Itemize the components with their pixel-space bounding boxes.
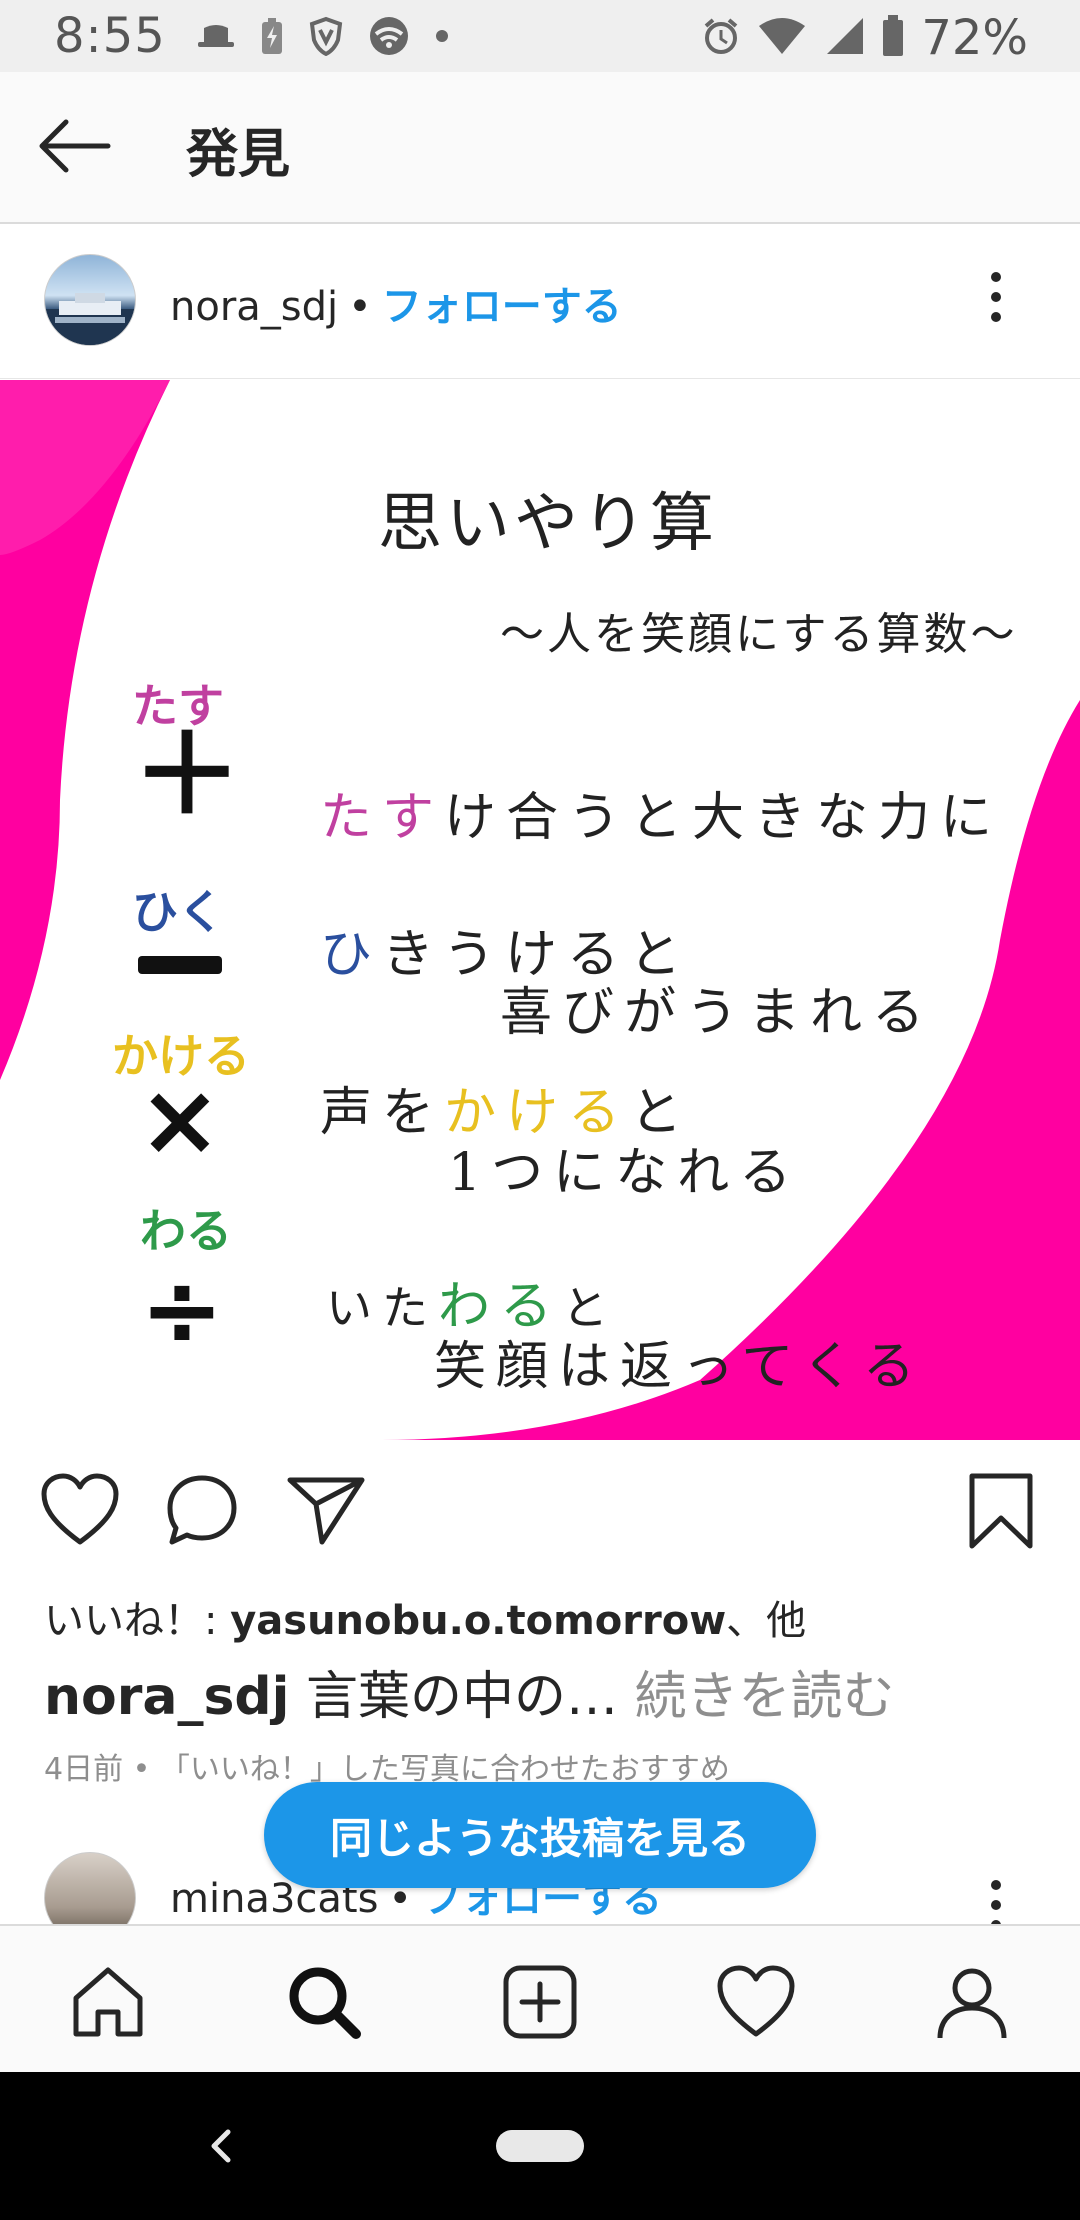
- caption-text: 言葉の中の…: [289, 1667, 635, 1727]
- back-arrow-icon[interactable]: [34, 116, 114, 176]
- profile-icon[interactable]: [932, 1962, 1012, 2042]
- bottom-nav: [0, 1924, 1080, 2074]
- search-icon[interactable]: [284, 1962, 364, 2042]
- row-tasu-text: たすけ合うと大きな力に: [320, 788, 1003, 848]
- comment-icon[interactable]: [164, 1472, 240, 1552]
- post-username[interactable]: nora_sdj: [170, 284, 338, 330]
- image-title: 思いやり算: [378, 487, 718, 561]
- follow-button[interactable]: フォローする: [382, 284, 622, 330]
- vpn-shield-icon: [308, 16, 344, 60]
- row-kakeru-line2: 1つになれる: [448, 1143, 802, 1203]
- status-bar: 8:55 72%: [0, 0, 1080, 72]
- times-symbol: ×: [138, 1061, 222, 1178]
- caption: nora_sdj 言葉の中の… 続きを読む: [44, 1654, 895, 1729]
- wifi-icon: [366, 16, 412, 60]
- likes-username[interactable]: yasunobu.o.tomorrow: [230, 1598, 726, 1644]
- row-waru-line2: 笑顔は返ってくる: [434, 1337, 925, 1397]
- page-title: 発見: [186, 125, 291, 185]
- separator: •: [348, 284, 372, 330]
- plus-symbol: ＋: [132, 711, 242, 839]
- system-nav-bar: [0, 2072, 1080, 2220]
- home-icon[interactable]: [68, 1962, 148, 2042]
- dot-icon: [434, 28, 450, 48]
- minus-symbol: [138, 956, 222, 974]
- post-header: nora_sdj • フォローする: [0, 224, 1080, 379]
- app-bar: 発見: [0, 72, 1080, 224]
- see-similar-posts-button[interactable]: 同じような投稿を見る: [264, 1782, 816, 1888]
- bookmark-icon[interactable]: [966, 1472, 1036, 1556]
- read-more-link[interactable]: 続きを読む: [635, 1667, 895, 1727]
- system-back-icon[interactable]: [206, 2126, 236, 2170]
- wifi-icon: [757, 16, 807, 60]
- alarm-icon: [701, 16, 741, 60]
- avatar[interactable]: [44, 1852, 136, 1924]
- hat-icon: [196, 18, 236, 58]
- system-home-pill[interactable]: [496, 2130, 584, 2162]
- image-subtitle: 〜人を笑顔にする算数〜: [500, 609, 1018, 660]
- row-hiku-line2: 喜びがうまれる: [500, 983, 935, 1043]
- more-options-icon[interactable]: [984, 272, 1008, 332]
- new-post-icon[interactable]: [500, 1962, 580, 2042]
- caption-username[interactable]: nora_sdj: [44, 1667, 289, 1727]
- signal-icon: [823, 16, 865, 60]
- divide-symbol: ÷: [140, 1251, 224, 1368]
- avatar[interactable]: [44, 254, 136, 346]
- label-hiku: ひく: [132, 885, 224, 939]
- post-actions: [0, 1440, 1080, 1590]
- like-heart-icon[interactable]: [40, 1472, 120, 1552]
- battery-percent: 72%: [921, 10, 1028, 66]
- status-time: 8:55: [54, 8, 166, 64]
- likes-line: いいね！: yasunobu.o.tomorrow、他: [44, 1598, 807, 1644]
- battery-icon: [881, 14, 905, 62]
- more-options-icon[interactable]: [984, 1880, 1008, 1924]
- share-icon[interactable]: [286, 1472, 366, 1552]
- activity-heart-icon[interactable]: [716, 1962, 796, 2042]
- battery-saver-icon: [258, 16, 286, 60]
- post-image[interactable]: 思いやり算 〜人を笑顔にする算数〜 たす ＋ たすけ合うと大きな力に ひく ひき…: [0, 380, 1080, 1440]
